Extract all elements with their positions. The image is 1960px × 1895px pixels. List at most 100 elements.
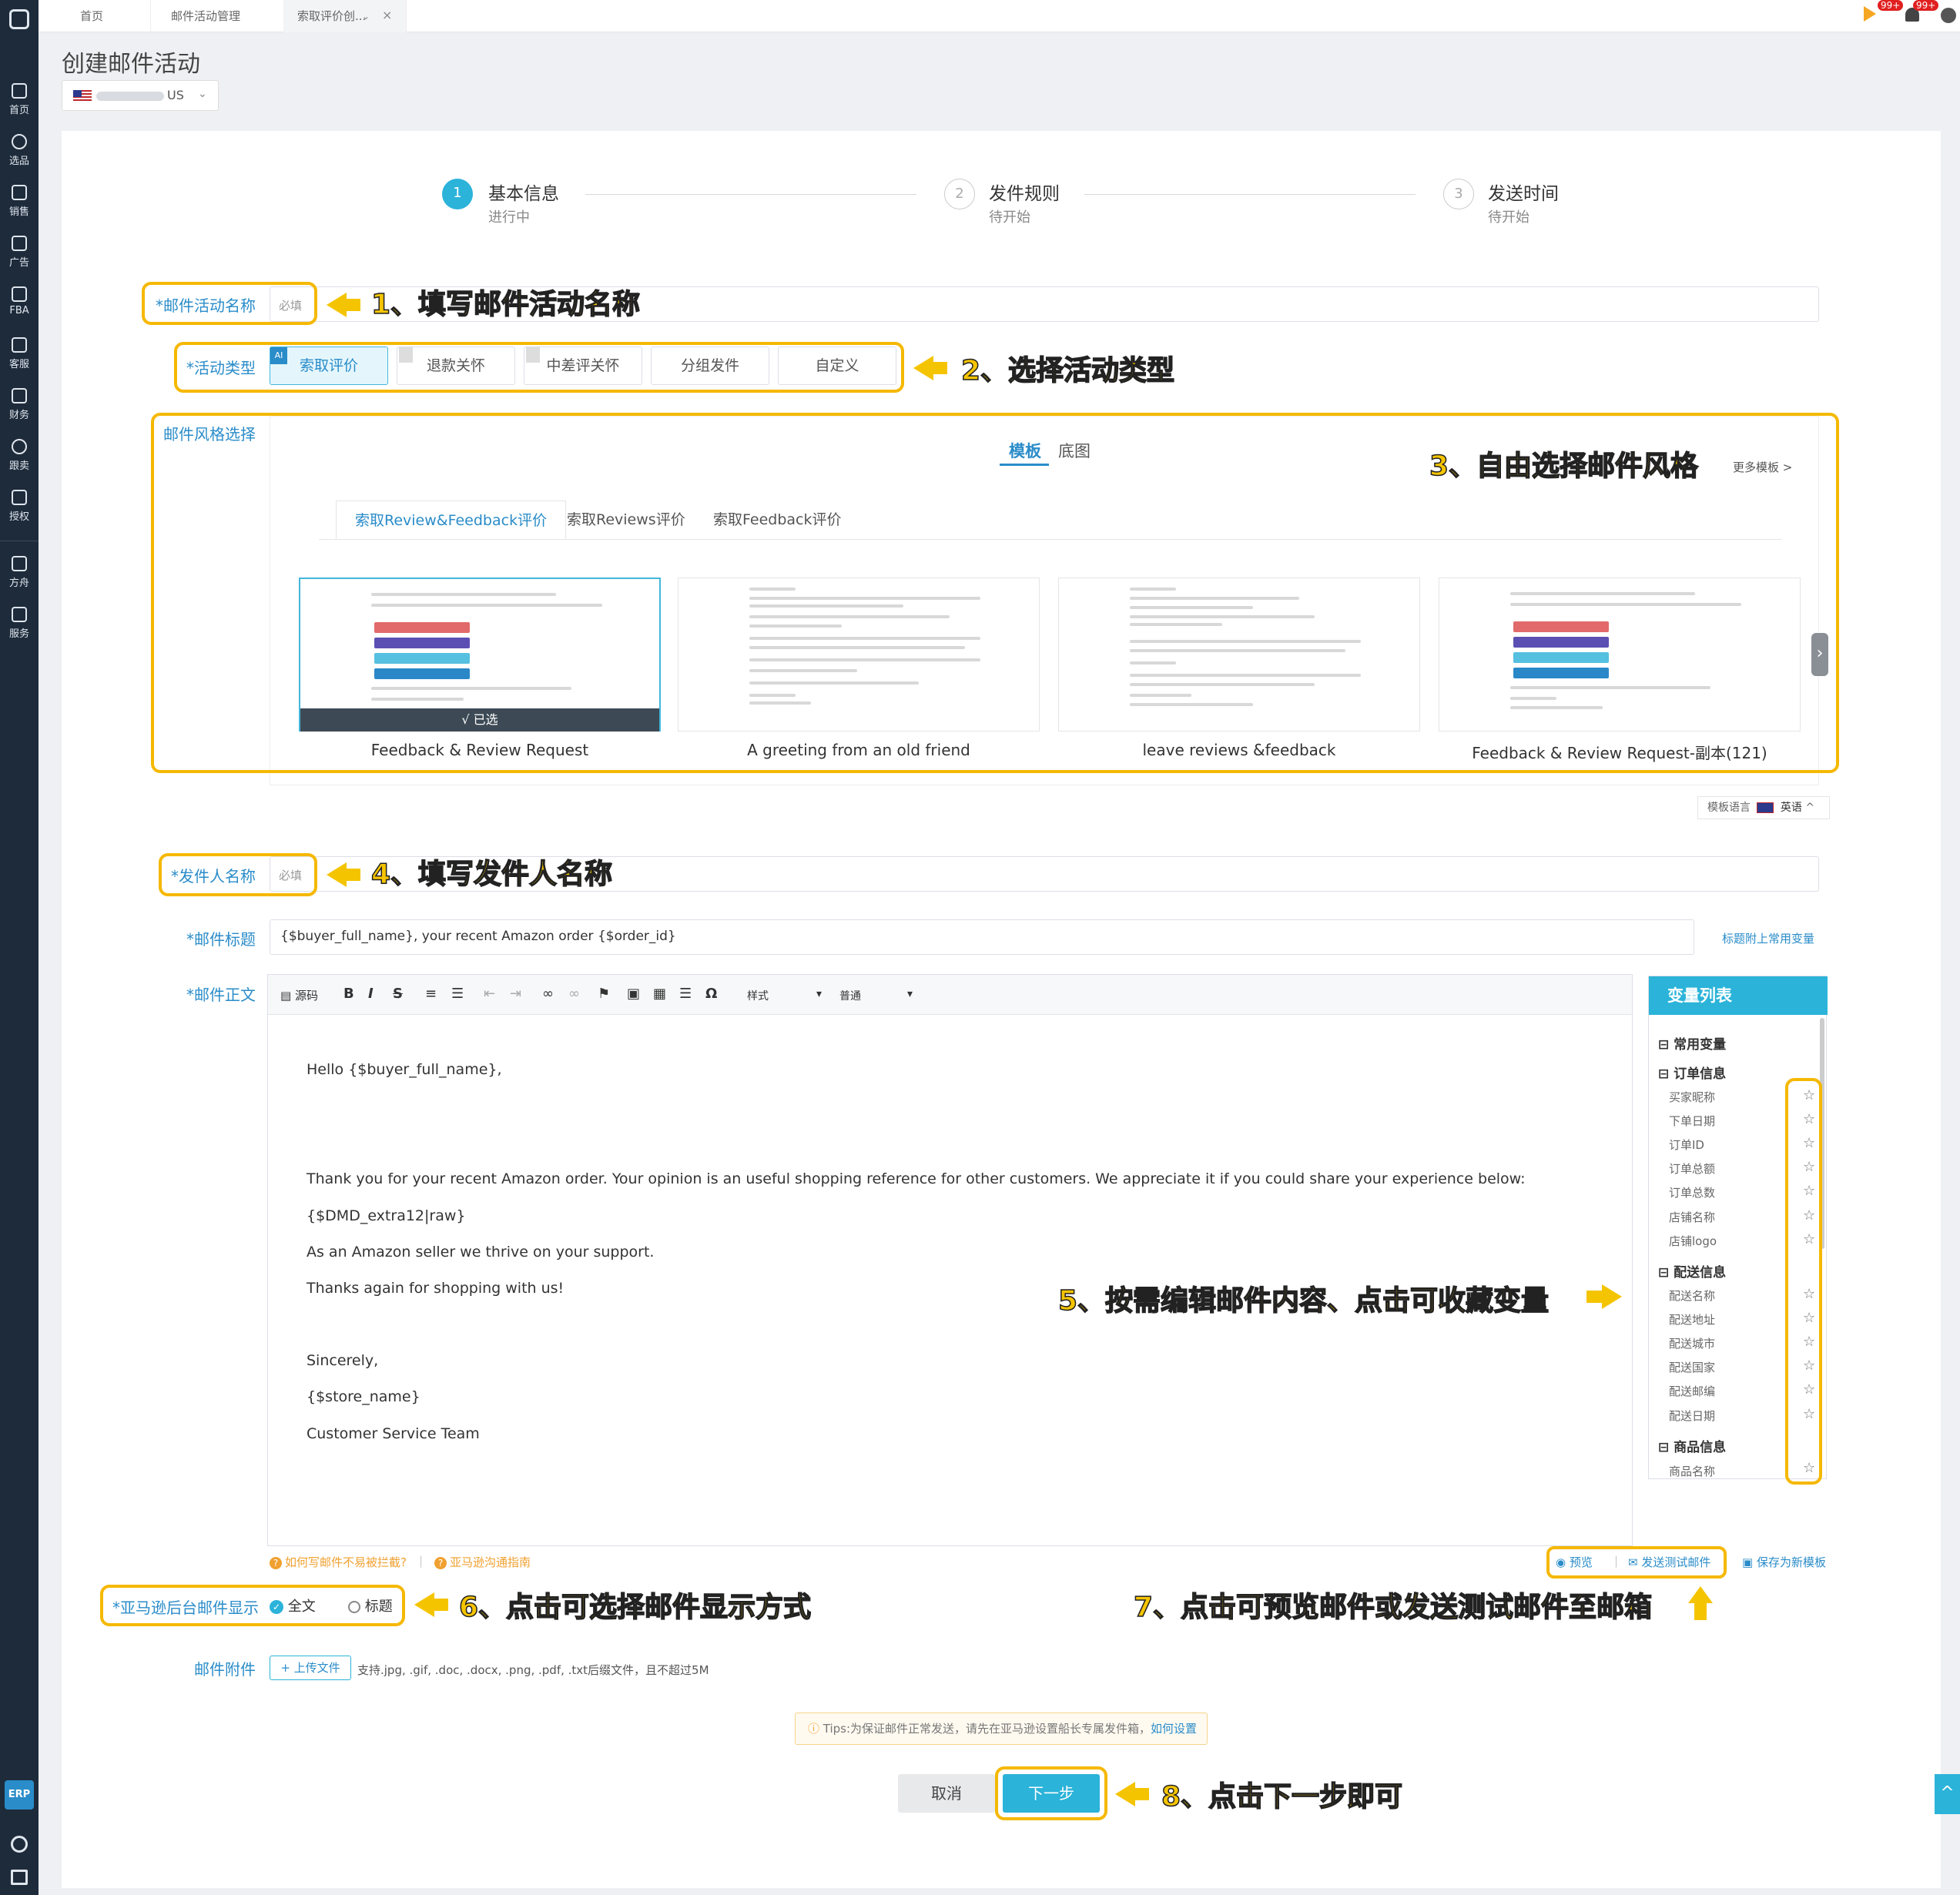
strike-button[interactable]: S bbox=[393, 986, 403, 1002]
sidebar-item-ark[interactable]: 方舟 bbox=[0, 556, 39, 589]
erp-button[interactable]: ERP bbox=[5, 1780, 34, 1810]
arrow-left-shaft bbox=[345, 299, 360, 311]
unlink-icon[interactable]: ∞ bbox=[568, 986, 580, 1002]
body-sincerely: Sincerely, bbox=[307, 1352, 379, 1369]
shield-icon bbox=[12, 490, 27, 505]
var-item[interactable]: 配送地址 bbox=[1669, 1311, 1715, 1328]
sidebar-item-selection[interactable]: 选品 bbox=[0, 134, 39, 167]
tab-mail-campaigns[interactable]: 邮件活动管理 bbox=[157, 0, 288, 32]
var-item[interactable]: 店铺名称 bbox=[1669, 1209, 1715, 1225]
editor-toolbar: ▤ 源码 B I S ≡ ☰ ⇤ ⇥ ∞ ∞ ⚑ ▣ ▦ ☰ Ω 样式 ▾ 普通 ▾ bbox=[268, 975, 1632, 1015]
var-item[interactable]: 下单日期 bbox=[1669, 1113, 1715, 1129]
warehouse-icon bbox=[12, 286, 27, 302]
var-item[interactable]: 配送国家 bbox=[1669, 1359, 1715, 1375]
attachment-hint: 支持.jpg, .gif, .doc, .docx, .png, .pdf, .… bbox=[357, 1663, 709, 1677]
special-char-icon[interactable]: Ω bbox=[705, 986, 717, 1002]
sidebar-item-finance[interactable]: 财务 bbox=[0, 388, 39, 421]
image-icon[interactable]: ▣ bbox=[627, 986, 640, 1002]
page-title: 创建邮件活动 bbox=[62, 51, 200, 78]
save-icon: ▣ bbox=[1742, 1555, 1757, 1569]
arrow-left-icon bbox=[1115, 1782, 1135, 1806]
var-group-common[interactable]: ⊟ 常用变量 bbox=[1658, 1033, 1726, 1053]
highlight-next bbox=[995, 1766, 1107, 1820]
var-group-shipping[interactable]: ⊟ 配送信息 bbox=[1658, 1261, 1726, 1281]
chart-icon bbox=[12, 185, 27, 200]
back-to-top-button[interactable]: ^ bbox=[1935, 1774, 1960, 1814]
tab-dropdown-icon[interactable]: ⌄ bbox=[362, 11, 370, 22]
sidebar-item-services[interactable]: 服务 bbox=[0, 607, 39, 640]
tab-close-icon[interactable]: × bbox=[382, 8, 392, 22]
hr-icon[interactable]: ☰ bbox=[679, 986, 692, 1002]
var-item[interactable]: 订单总数 bbox=[1669, 1184, 1715, 1200]
arrow-left-icon bbox=[913, 356, 933, 380]
var-group-product[interactable]: ⊟ 商品信息 bbox=[1658, 1436, 1726, 1455]
gift-icon[interactable] bbox=[11, 1870, 28, 1885]
radio-full-text[interactable]: ✓ 全文 bbox=[270, 1595, 316, 1615]
source-button[interactable]: ▤ 源码 bbox=[280, 987, 318, 1003]
caret-down-icon: ▾ bbox=[907, 988, 913, 1000]
annotation-5: 5、按需编辑邮件内容、点击可收藏变量 bbox=[1057, 1284, 1550, 1317]
tab-home[interactable]: 首页 bbox=[66, 0, 151, 32]
var-item[interactable]: 配送日期 bbox=[1669, 1408, 1715, 1424]
var-group-order[interactable]: ⊟ 订单信息 bbox=[1658, 1063, 1726, 1082]
arrow-right-icon bbox=[1602, 1284, 1622, 1309]
upload-file-button[interactable]: + 上传文件 bbox=[270, 1656, 351, 1680]
attachment-label: 邮件附件 bbox=[194, 1660, 256, 1679]
arrow-left-shaft bbox=[932, 362, 947, 374]
flag-icon[interactable] bbox=[1864, 6, 1876, 22]
radio-title-only[interactable]: 标题 bbox=[348, 1595, 393, 1615]
var-item[interactable]: 店铺logo bbox=[1669, 1233, 1717, 1249]
question-icon: ? bbox=[434, 1557, 447, 1569]
sidebar-item-sales[interactable]: 销售 bbox=[0, 185, 39, 218]
sidebar-item-ads[interactable]: 广告 bbox=[0, 236, 39, 269]
headset-icon[interactable] bbox=[11, 1836, 28, 1853]
cancel-button[interactable]: 取消 bbox=[898, 1774, 995, 1813]
arrow-left-icon bbox=[414, 1592, 434, 1617]
indent-icon[interactable]: ⇥ bbox=[510, 986, 521, 1002]
step-2-status: 待开始 bbox=[989, 209, 1030, 226]
arrow-right-shaft bbox=[1586, 1291, 1603, 1303]
sidebar-item-auth[interactable]: 授权 bbox=[0, 490, 39, 523]
bold-button[interactable]: B bbox=[343, 986, 354, 1002]
var-item[interactable]: 订单总额 bbox=[1669, 1160, 1715, 1177]
annotation-3: 3、自由选择邮件风格 bbox=[1429, 450, 1699, 483]
var-item[interactable]: 配送名称 bbox=[1669, 1287, 1715, 1304]
body-support: As an Amazon seller we thrive on your su… bbox=[307, 1244, 655, 1261]
italic-button[interactable]: I bbox=[368, 986, 374, 1002]
sidebar-item-fba[interactable]: FBA bbox=[0, 286, 39, 316]
store-selector[interactable]: US ⌄ bbox=[62, 80, 219, 111]
var-item[interactable]: 订单ID bbox=[1669, 1137, 1704, 1153]
save-template-link[interactable]: ▣ 保存为新模板 bbox=[1742, 1554, 1826, 1570]
subject-vars-link[interactable]: 标题附上常用变量 bbox=[1722, 930, 1814, 946]
logo-icon[interactable] bbox=[9, 9, 29, 29]
sidebar-item-service[interactable]: 客服 bbox=[0, 337, 39, 370]
anchor-flag-icon[interactable]: ⚑ bbox=[598, 986, 610, 1002]
table-icon[interactable]: ▦ bbox=[653, 986, 666, 1002]
outdent-icon[interactable]: ⇤ bbox=[484, 986, 495, 1002]
tips-setup-link[interactable]: 如何设置 bbox=[1151, 1722, 1197, 1736]
amazon-guide-link[interactable]: ? 亚马逊沟通指南 bbox=[434, 1554, 531, 1570]
sidebar-item-home[interactable]: 首页 bbox=[0, 83, 39, 116]
arrow-left-icon bbox=[327, 862, 347, 887]
ordered-list-icon[interactable]: ≡ bbox=[425, 986, 437, 1002]
annotation-6: 6、点击可选择邮件显示方式 bbox=[458, 1591, 812, 1624]
link-icon[interactable]: ∞ bbox=[542, 986, 554, 1002]
spam-help-link[interactable]: ? 如何写邮件不易被拦截? bbox=[270, 1554, 407, 1570]
step-1-circle: 1 bbox=[442, 179, 473, 209]
store-suffix: US bbox=[167, 88, 184, 102]
body-signature: Customer Service Team bbox=[307, 1425, 480, 1442]
template-language-selector[interactable]: 模板语言 英语 ^ bbox=[1697, 796, 1830, 819]
user-icon[interactable] bbox=[1941, 8, 1956, 23]
sidebar-item-follow[interactable]: 跟卖 bbox=[0, 439, 39, 472]
var-item[interactable]: 配送邮编 bbox=[1669, 1383, 1715, 1399]
style-select[interactable]: 样式 ▾ bbox=[747, 988, 824, 1003]
email-body-editor[interactable]: ▤ 源码 B I S ≡ ☰ ⇤ ⇥ ∞ ∞ ⚑ ▣ ▦ ☰ Ω 样式 ▾ 普通 ▾… bbox=[267, 974, 1633, 1546]
format-select[interactable]: 普通 ▾ bbox=[839, 988, 916, 1003]
var-item[interactable]: 配送城市 bbox=[1669, 1335, 1715, 1351]
var-item[interactable]: 买家昵称 bbox=[1669, 1089, 1715, 1105]
bullet-list-icon[interactable]: ☰ bbox=[451, 986, 464, 1002]
display-mode-label: *亚马逊后台邮件显示 bbox=[112, 1599, 259, 1617]
arrow-left-shaft bbox=[433, 1599, 448, 1611]
var-item[interactable]: 商品名称 bbox=[1669, 1463, 1715, 1479]
arrow-left-shaft bbox=[345, 869, 360, 881]
